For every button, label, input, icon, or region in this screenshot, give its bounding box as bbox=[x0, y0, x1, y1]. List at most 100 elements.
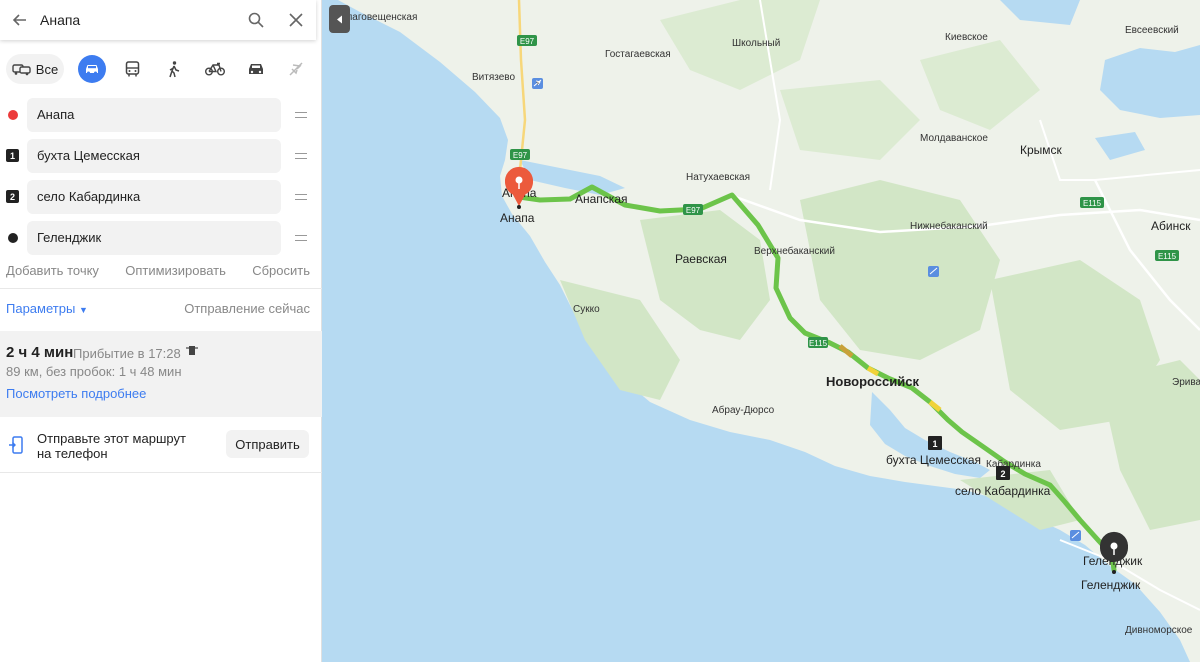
waypoint-number: 1 bbox=[6, 149, 19, 162]
route-sidebar: Анапа Все Анапа 1 бухта Цемесская 2 село… bbox=[0, 0, 322, 662]
map-label: Анапская bbox=[575, 192, 628, 206]
route-point-end: Геленджик bbox=[0, 217, 322, 258]
point-input-start[interactable]: Анапа bbox=[27, 97, 281, 132]
svg-text:1: 1 bbox=[932, 439, 937, 449]
map-label: Верхнебаканский bbox=[754, 245, 835, 257]
airport-icon bbox=[532, 78, 543, 89]
mode-walk-button[interactable] bbox=[162, 54, 186, 84]
search-button[interactable] bbox=[236, 0, 276, 40]
map-label: Школьный bbox=[732, 38, 780, 49]
map-label: Гостагаевская bbox=[605, 49, 671, 60]
route-details-link[interactable]: Посмотреть подробнее bbox=[6, 386, 146, 401]
close-button[interactable] bbox=[276, 0, 316, 40]
walk-icon bbox=[169, 60, 180, 77]
params-dropdown[interactable]: Параметры ▼ bbox=[6, 301, 88, 316]
drag-handle-icon[interactable] bbox=[295, 192, 307, 202]
road-sign: E115 bbox=[1155, 250, 1179, 261]
divider bbox=[0, 288, 322, 289]
search-icon bbox=[248, 12, 264, 28]
route-option-card[interactable]: 2 ч 4 мин Прибытие в 17:28 89 км, без пр… bbox=[0, 331, 322, 417]
route-point-2: 2 село Кабардинка bbox=[0, 176, 322, 217]
map-label: Натухаевская bbox=[686, 172, 750, 183]
waypoint-marker-1: 1 bbox=[6, 149, 19, 162]
map-label: Крымск bbox=[1020, 143, 1063, 157]
svg-text:E97: E97 bbox=[513, 151, 528, 160]
plane-icon bbox=[289, 62, 303, 76]
close-icon bbox=[289, 13, 303, 27]
departure-time[interactable]: Отправление сейчас bbox=[184, 301, 310, 316]
mode-all-button[interactable]: Все bbox=[6, 54, 64, 84]
add-point-button[interactable]: Добавить точку bbox=[6, 263, 99, 278]
road-sign: E97 bbox=[510, 149, 530, 160]
search-bar: Анапа bbox=[0, 0, 316, 40]
svg-text:E115: E115 bbox=[1083, 199, 1102, 208]
transport-modes: Все bbox=[0, 52, 322, 86]
bike-icon bbox=[205, 62, 225, 76]
road-sign: E97 bbox=[517, 35, 537, 46]
mode-all-label: Все bbox=[35, 61, 59, 77]
collapse-panel-button[interactable] bbox=[329, 5, 350, 33]
send-to-phone: Отправьте этот маршрут на телефон Отправ… bbox=[0, 417, 322, 472]
svg-text:2: 2 bbox=[1000, 469, 1005, 479]
map-label: Нижнебаканский bbox=[910, 220, 988, 232]
mode-plane-button[interactable] bbox=[284, 54, 308, 84]
map-label: Новороссийск bbox=[826, 374, 919, 389]
map-label: Сукко bbox=[573, 304, 600, 315]
map-canvas[interactable]: E97 E97 E115 E115 E115 E97 Благовещенска… bbox=[322, 0, 1200, 662]
route-points: Анапа 1 бухта Цемесская 2 село Кабардинк… bbox=[0, 94, 322, 258]
map-label: Геленджик bbox=[1081, 578, 1141, 592]
mode-taxi-button[interactable] bbox=[244, 54, 268, 84]
mode-bike-button[interactable] bbox=[203, 54, 227, 84]
map-label: Абрау-Дюрсо bbox=[712, 404, 775, 416]
divider bbox=[0, 472, 322, 473]
end-marker-icon bbox=[6, 231, 19, 244]
car-icon bbox=[86, 65, 98, 75]
taxi-icon bbox=[249, 64, 263, 74]
waypoint-marker-2[interactable]: 2 bbox=[996, 466, 1010, 480]
airport-icon bbox=[928, 266, 939, 277]
svg-text:E97: E97 bbox=[686, 206, 701, 215]
map-label: Эриван bbox=[1172, 377, 1200, 388]
drag-handle-icon[interactable] bbox=[295, 233, 307, 243]
vehicles-icon bbox=[12, 64, 31, 76]
drag-handle-icon[interactable] bbox=[295, 110, 307, 120]
params-label: Параметры bbox=[6, 301, 76, 316]
mode-bus-button[interactable] bbox=[120, 54, 144, 84]
chevron-left-icon bbox=[337, 15, 342, 23]
map-label: село Кабардинка bbox=[955, 484, 1051, 498]
route-point-start: Анапа bbox=[0, 94, 322, 135]
route-point-1: 1 бухта Цемесская bbox=[0, 135, 322, 176]
bus-icon bbox=[125, 61, 139, 77]
arrow-left-icon bbox=[12, 14, 26, 26]
search-query[interactable]: Анапа bbox=[40, 12, 236, 28]
start-marker-icon bbox=[6, 108, 19, 121]
map-label: Благовещенская bbox=[340, 12, 417, 23]
mode-car-button[interactable] bbox=[78, 55, 106, 83]
waypoint-marker-1[interactable]: 1 bbox=[928, 436, 942, 450]
airport-icon bbox=[1070, 530, 1081, 541]
optimize-button[interactable]: Оптимизировать bbox=[125, 263, 226, 278]
road-sign: E115 bbox=[1080, 197, 1104, 208]
road-sign: E115 bbox=[808, 337, 828, 348]
map-svg: E97 E97 E115 E115 E115 E97 Благовещенска… bbox=[322, 0, 1200, 662]
send-to-phone-text: Отправьте этот маршрут на телефон bbox=[37, 431, 186, 461]
map-label: Абинск bbox=[1151, 219, 1191, 233]
route-distance: 89 км, без пробок: 1 ч 48 мин bbox=[6, 364, 182, 379]
drag-handle-icon[interactable] bbox=[295, 151, 307, 161]
map-label: Витязево bbox=[472, 72, 515, 83]
send-button[interactable]: Отправить bbox=[226, 430, 309, 458]
back-button[interactable] bbox=[0, 0, 40, 40]
point-input-end[interactable]: Геленджик bbox=[27, 220, 281, 255]
route-duration: 2 ч 4 мин bbox=[6, 344, 74, 361]
point-input-2[interactable]: село Кабардинка bbox=[27, 179, 281, 214]
map-label: Анапа bbox=[500, 211, 535, 225]
chevron-down-icon: ▼ bbox=[78, 305, 88, 315]
map-label: Дивноморское bbox=[1125, 625, 1193, 636]
point-input-1[interactable]: бухта Цемесская bbox=[27, 138, 281, 173]
reset-button[interactable]: Сбросить bbox=[252, 263, 310, 278]
map-label: Кабардинка bbox=[986, 458, 1041, 470]
params-row: Параметры ▼ Отправление сейчас bbox=[6, 301, 310, 316]
road-sign: E97 bbox=[683, 204, 703, 215]
svg-text:E115: E115 bbox=[809, 339, 828, 348]
map-label: бухта Цемесская bbox=[886, 453, 981, 467]
